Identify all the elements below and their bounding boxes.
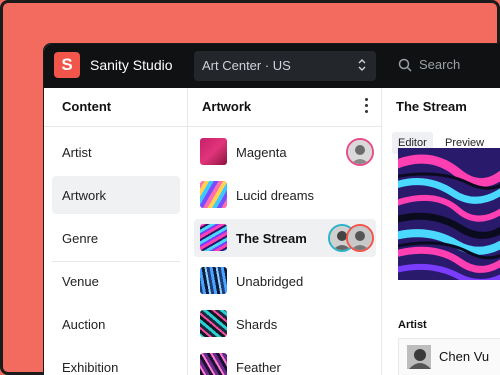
document-row-lucid-dreams[interactable]: Lucid dreams: [194, 176, 376, 214]
nav-item-genre[interactable]: Genre: [52, 219, 180, 257]
artwork-image: [398, 148, 500, 280]
document-row-feather[interactable]: Feather: [194, 348, 376, 375]
content-pane-title: Content: [62, 99, 112, 114]
nav-item-artist[interactable]: Artist: [52, 133, 180, 171]
artwork-pane: Artwork Magenta Lucid dreams The Stream: [188, 88, 382, 375]
nav-item-label: Venue: [62, 274, 99, 289]
document-title: The Stream: [236, 231, 307, 246]
studio-window: S Sanity Studio Art Center · US Search C…: [44, 44, 500, 375]
presence-avatar[interactable]: [346, 138, 374, 166]
search-icon[interactable]: [398, 58, 412, 72]
nav-item-label: Artist: [62, 145, 92, 160]
artwork-thumbnail: [200, 353, 227, 375]
content-pane-header: Content: [44, 88, 187, 127]
artwork-thumbnail: [200, 138, 227, 165]
nav-item-label: Auction: [62, 317, 106, 332]
artwork-thumbnail: [200, 310, 227, 337]
document-pane: The Stream Editor Preview Artist Chen Vu: [382, 88, 500, 375]
studio-title[interactable]: Sanity Studio: [90, 57, 173, 73]
nav-item-label: Exhibition: [62, 360, 119, 375]
document-title: Lucid dreams: [236, 188, 315, 203]
artwork-pane-header: Artwork: [188, 88, 381, 127]
artwork-thumbnail: [200, 224, 227, 251]
document-title: Feather: [236, 360, 281, 375]
document-title-heading: The Stream: [396, 99, 467, 114]
nav-item-auction[interactable]: Auction: [52, 305, 180, 343]
document-title: Unabridged: [236, 274, 304, 289]
artist-photo: [407, 345, 431, 369]
nav-item-exhibition[interactable]: Exhibition: [52, 348, 180, 375]
document-row-the-stream[interactable]: The Stream: [194, 219, 376, 257]
nav-item-venue[interactable]: Venue: [52, 262, 180, 300]
search-input[interactable]: Search: [419, 57, 460, 72]
presence-avatar[interactable]: [346, 224, 374, 252]
document-row-magenta[interactable]: Magenta: [194, 133, 376, 171]
document-title: Shards: [236, 317, 278, 332]
document-row-shards[interactable]: Shards: [194, 305, 376, 343]
dataset-selector[interactable]: Art Center · US: [194, 51, 376, 81]
chevron-up-down-icon: [358, 59, 366, 71]
artwork-pane-title: Artwork: [202, 99, 252, 114]
artwork-thumbnail: [200, 181, 227, 208]
content-pane: Content Artist Artwork Genre Venue Aucti…: [44, 88, 188, 375]
more-options-icon[interactable]: [365, 98, 369, 114]
document-title: Magenta: [236, 145, 287, 160]
nav-item-label: Artwork: [62, 188, 107, 203]
nav-item-label: Genre: [62, 231, 99, 246]
sanity-logo[interactable]: S: [54, 52, 80, 78]
artist-reference-name: Chen Vu: [439, 349, 490, 364]
document-row-unabridged[interactable]: Unabridged: [194, 262, 376, 300]
top-navbar: S Sanity Studio Art Center · US Search: [44, 44, 500, 88]
dataset-label: Art Center · US: [202, 58, 291, 73]
artist-field-label: Artist: [398, 319, 427, 331]
nav-item-artwork[interactable]: Artwork: [52, 176, 180, 214]
artwork-thumbnail: [200, 267, 227, 294]
artist-reference-field[interactable]: Chen Vu: [398, 338, 500, 375]
